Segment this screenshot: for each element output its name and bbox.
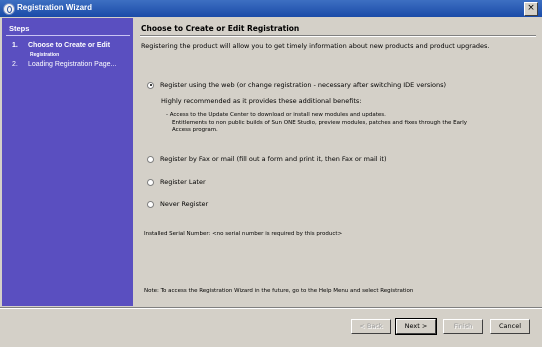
footer-divider [0,307,542,309]
radio-button-icon[interactable] [147,155,154,163]
benefits-list: - Access to the Update Center to downloa… [166,112,467,135]
benefit-line: - Access to the Update Center to downloa… [166,112,386,118]
app-icon [3,3,15,15]
benefit-line: Entitlements to non public builds of Sun… [172,119,468,126]
radio-never-register[interactable]: Never Register [147,200,208,208]
benefit-line: Access program. [172,127,218,133]
radio-register-web[interactable]: Register using the web (or change regist… [147,81,446,89]
step-sublabel: Registration [30,52,60,58]
step-label: Choose to Create or Edit [28,42,111,49]
page-title: Choose to Create or Edit Registration [141,24,300,33]
window-title: Registration Wizard [17,3,93,12]
finish-button[interactable]: Finish [443,319,483,334]
step-number: 2. [12,61,18,68]
title-bar: Registration Wizard × [0,0,542,17]
step-label: Loading Registration Page... [28,61,117,68]
step-item-loading: 2. Loading Registration Page... [12,61,116,68]
radio-register-fax[interactable]: Register by Fax or mail (fill out a form… [147,155,387,163]
radio-register-later[interactable]: Register Later [147,178,206,186]
radio-button-icon[interactable] [147,200,154,208]
radio-label: Register by Fax or mail (fill out a form… [160,155,387,163]
steps-panel: Steps 1. Choose to Create or Edit Registr… [2,18,133,306]
note-text: Note: To access the Registration Wizard … [144,288,414,294]
steps-divider [6,35,130,36]
cancel-button[interactable]: Cancel [490,319,530,334]
back-button[interactable]: < Back [351,319,391,334]
intro-text: Registering the product will allow you t… [141,42,490,50]
step-number: 1. [12,42,18,49]
serial-number-text: Installed Serial Number: <no serial numb… [144,231,343,237]
radio-button-icon[interactable] [147,178,154,186]
title-divider [140,35,536,37]
content-panel: Choose to Create or Edit Registration Re… [136,18,537,306]
next-button[interactable]: Next > [395,318,437,335]
radio-label: Register using the web (or change regist… [160,81,447,89]
radio-label: Register Later [160,178,206,186]
radio-button-icon[interactable] [147,81,154,89]
close-icon: × [527,3,535,13]
radio-label: Never Register [160,200,209,208]
steps-title: Steps [9,24,30,33]
benefits-heading: Highly recommended as it provides these … [161,97,362,105]
step-item-choose: 1. Choose to Create or Edit [12,42,110,49]
close-button[interactable]: × [524,2,538,16]
